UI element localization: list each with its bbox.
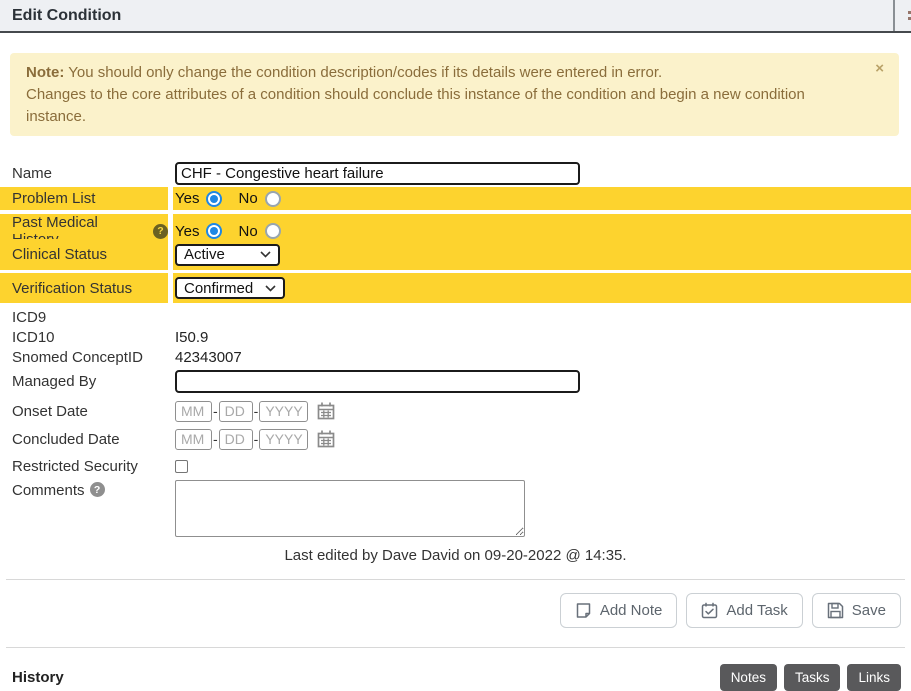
name-label: Name: [0, 160, 168, 186]
save-button[interactable]: Save: [812, 593, 901, 628]
snomed-value: 42343007: [173, 347, 911, 367]
pmh-no-label: No: [238, 223, 257, 240]
onset-date-label: Onset Date: [0, 399, 168, 423]
comments-textarea[interactable]: [175, 480, 525, 537]
date-separator: -: [213, 431, 218, 447]
concluded-month-input[interactable]: [175, 429, 212, 450]
action-buttons: Add Note Add Task Save: [0, 593, 901, 628]
problem-list-no-label: No: [238, 190, 257, 207]
pmh-no-radio[interactable]: [265, 223, 281, 239]
concluded-year-input[interactable]: [259, 429, 308, 450]
onset-day-input[interactable]: [219, 401, 253, 422]
icd10-label: ICD10: [0, 327, 168, 347]
verification-status-row: Verification Status Confirmed: [0, 273, 911, 303]
clinical-status-label: Clinical Status: [0, 239, 168, 270]
snomed-row: Snomed ConceptID 42343007: [0, 347, 911, 367]
problem-list-row: Problem List Yes No: [0, 187, 911, 210]
name-row: Name: [0, 160, 911, 186]
date-separator: -: [213, 403, 218, 419]
chevron-down-icon: [265, 285, 276, 292]
concluded-date-row: Concluded Date - -: [0, 427, 911, 451]
onset-month-input[interactable]: [175, 401, 212, 422]
onset-year-input[interactable]: [259, 401, 308, 422]
calendar-icon[interactable]: [317, 430, 335, 448]
problem-list-label: Problem List: [0, 187, 168, 210]
icd9-row: ICD9: [0, 307, 911, 327]
note-icon: [575, 602, 592, 619]
note-banner: Note: You should only change the conditi…: [10, 53, 899, 136]
past-medical-history-row: Past Medical History ? Yes No: [0, 214, 911, 236]
add-task-button[interactable]: Add Task: [686, 593, 802, 628]
links-button[interactable]: Links: [847, 664, 901, 691]
onset-date-row: Onset Date - -: [0, 399, 911, 423]
note-banner-line2: Changes to the core attributes of a cond…: [26, 84, 855, 128]
problem-list-yes-radio[interactable]: [206, 191, 222, 207]
snomed-label: Snomed ConceptID: [0, 347, 168, 367]
add-note-button[interactable]: Add Note: [560, 593, 678, 628]
last-edited-text: Last edited by Dave David on 09-20-2022 …: [0, 547, 911, 564]
concluded-date-label: Concluded Date: [0, 427, 168, 451]
chevron-down-icon: [260, 251, 271, 258]
divider: [6, 579, 905, 580]
date-separator: -: [254, 403, 259, 419]
icd10-row: ICD10 I50.9: [0, 327, 911, 347]
note-banner-line1: Note: You should only change the conditi…: [26, 62, 855, 84]
name-input[interactable]: [175, 162, 580, 185]
banner-close-icon[interactable]: ×: [875, 62, 884, 76]
concluded-day-input[interactable]: [219, 429, 253, 450]
managed-by-row: Managed By: [0, 369, 911, 393]
pmh-yes-label: Yes: [175, 223, 199, 240]
verification-status-label: Verification Status: [0, 273, 168, 303]
comments-label: Comments: [12, 482, 85, 499]
verification-status-select[interactable]: Confirmed: [175, 277, 285, 299]
history-title: History: [12, 669, 64, 686]
task-calendar-icon: [701, 602, 718, 619]
help-icon[interactable]: ?: [90, 482, 105, 497]
help-icon[interactable]: ?: [153, 224, 168, 239]
page-header: Edit Condition: [0, 0, 911, 33]
divider: [6, 647, 905, 648]
calendar-icon[interactable]: [317, 402, 335, 420]
clinical-status-row: Clinical Status Active: [0, 239, 911, 270]
notes-button[interactable]: Notes: [720, 664, 777, 691]
problem-list-yes-label: Yes: [175, 190, 199, 207]
problem-list-no-radio[interactable]: [265, 191, 281, 207]
comments-row: Comments ?: [0, 480, 911, 538]
managed-by-input[interactable]: [175, 370, 580, 393]
clinical-status-select[interactable]: Active: [175, 244, 280, 266]
pmh-yes-radio[interactable]: [206, 223, 222, 239]
edit-condition-form: Name Problem List Yes No Past Medical Hi…: [0, 160, 911, 564]
restricted-security-row: Restricted Security: [0, 456, 911, 476]
tasks-button[interactable]: Tasks: [784, 664, 841, 691]
header-divider: [893, 0, 895, 31]
save-disk-icon: [827, 602, 844, 619]
restricted-security-label: Restricted Security: [0, 456, 168, 476]
date-separator: -: [254, 431, 259, 447]
icd9-value: [173, 307, 911, 327]
managed-by-label: Managed By: [0, 369, 168, 393]
icd9-label: ICD9: [0, 307, 168, 327]
icd10-value: I50.9: [173, 327, 911, 347]
page-title: Edit Condition: [0, 7, 121, 25]
restricted-security-checkbox[interactable]: [175, 460, 188, 473]
history-section: History Notes Tasks Links: [12, 664, 901, 691]
